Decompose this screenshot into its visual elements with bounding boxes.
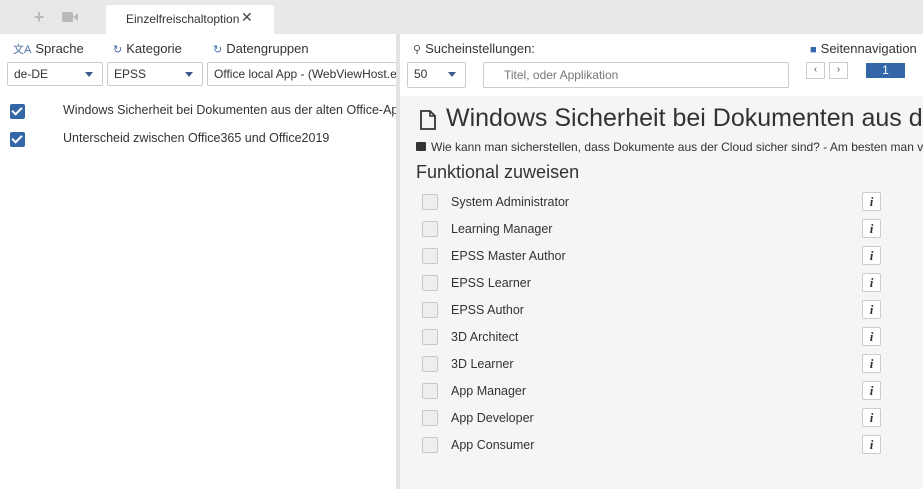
section-heading: Funktional zuweisen	[416, 162, 580, 182]
page-navigation-text: Seitennavigation	[820, 41, 917, 56]
list-item[interactable]: Windows Sicherheit bei Dokumenten aus de…	[0, 98, 396, 126]
role-label: EPSS Author	[451, 303, 524, 317]
translate-icon: 文A	[13, 44, 32, 56]
role-row: 3D Learner i	[400, 354, 923, 381]
role-label: Learning Manager	[451, 222, 553, 236]
role-row: EPSS Author i	[400, 300, 923, 327]
info-button[interactable]: i	[862, 408, 881, 427]
video-camera-icon[interactable]	[62, 9, 78, 25]
chevron-down-icon	[185, 72, 193, 77]
role-checkbox[interactable]	[422, 437, 438, 453]
language-select[interactable]: de-DE	[7, 62, 103, 86]
search-settings-label: ⚲ Sucheinstellungen:	[413, 41, 535, 56]
info-button[interactable]: i	[862, 381, 881, 400]
datagroups-label-text: Datengruppen	[226, 41, 309, 56]
description-value: Wie kann man sicherstellen, dass Dokumen…	[431, 140, 923, 154]
role-label: App Manager	[451, 384, 527, 398]
page-size-value: 50	[414, 67, 428, 81]
datagroups-select-value: Office local App - (WebViewHost.e	[214, 67, 396, 81]
role-checkbox[interactable]	[422, 410, 438, 426]
info-button[interactable]: i	[862, 327, 881, 346]
role-row: Learning Manager i	[400, 219, 923, 246]
refresh-icon: ↻	[113, 44, 123, 56]
page-title: Windows Sicherheit bei Dokumenten aus de…	[446, 104, 923, 132]
role-checkbox[interactable]	[422, 383, 438, 399]
item-list: Windows Sicherheit bei Dokumenten aus de…	[0, 98, 396, 154]
tab-label: Einzelfreischaltoption	[126, 12, 240, 26]
next-page-button[interactable]: ›	[829, 62, 848, 79]
info-button[interactable]: i	[862, 273, 881, 292]
book-icon: ■	[810, 44, 817, 56]
role-label: EPSS Learner	[451, 276, 531, 290]
role-row: App Manager i	[400, 381, 923, 408]
datagroups-select[interactable]: Office local App - (WebViewHost.e	[207, 62, 396, 86]
info-button[interactable]: i	[862, 219, 881, 238]
tab-bar: + Einzelfreischaltoption ✕	[0, 0, 923, 34]
page-navigation-label: ■ Seitennavigation	[810, 41, 917, 56]
info-button[interactable]: i	[862, 246, 881, 265]
role-row: App Consumer i	[400, 435, 923, 462]
role-label: App Developer	[451, 411, 534, 425]
role-checkbox[interactable]	[422, 302, 438, 318]
list-item[interactable]: Unterscheid zwischen Office365 und Offic…	[0, 126, 396, 154]
description-text: Wie kann man sicherstellen, dass Dokumen…	[416, 140, 923, 154]
prev-page-button[interactable]: ‹	[806, 62, 825, 79]
list-item-label: Unterscheid zwischen Office365 und Offic…	[63, 131, 330, 145]
left-pane: 文A Sprache ↻ Kategorie ↻ Datengruppen de-DE…	[0, 34, 396, 489]
current-page-indicator[interactable]: 1	[866, 63, 905, 78]
datagroups-filter-label: ↻ Datengruppen	[213, 41, 309, 56]
search-input[interactable]	[483, 62, 789, 88]
role-checkbox[interactable]	[422, 194, 438, 210]
detail-panel: Windows Sicherheit bei Dokumenten aus de…	[400, 96, 923, 489]
role-row: EPSS Master Author i	[400, 246, 923, 273]
role-list: System Administrator i Learning Manager i …	[400, 192, 923, 462]
role-row: System Administrator i	[400, 192, 923, 219]
close-icon[interactable]: ✕	[241, 9, 253, 26]
info-button[interactable]: i	[862, 354, 881, 373]
page-size-select[interactable]: 50	[407, 62, 466, 88]
language-select-value: de-DE	[14, 67, 49, 81]
info-button[interactable]: i	[862, 435, 881, 454]
document-icon	[420, 110, 436, 135]
language-filter-label: 文A Sprache	[13, 41, 84, 57]
role-checkbox[interactable]	[422, 221, 438, 237]
item-checkbox[interactable]	[10, 132, 25, 147]
category-filter-label: ↻ Kategorie	[113, 41, 182, 56]
plus-icon[interactable]: +	[31, 8, 47, 26]
role-checkbox[interactable]	[422, 275, 438, 291]
search-icon: ⚲	[413, 44, 422, 56]
role-label: App Consumer	[451, 438, 535, 452]
role-checkbox[interactable]	[422, 356, 438, 372]
language-label-text: Sprache	[35, 41, 84, 56]
role-row: 3D Architect i	[400, 327, 923, 354]
role-row: App Developer i	[400, 408, 923, 435]
role-label: EPSS Master Author	[451, 249, 566, 263]
search-settings-text: Sucheinstellungen:	[425, 41, 535, 56]
comment-icon	[416, 142, 426, 151]
category-label-text: Kategorie	[126, 41, 182, 56]
role-label: System Administrator	[451, 195, 570, 209]
category-select[interactable]: EPSS	[107, 62, 203, 86]
category-select-value: EPSS	[114, 67, 147, 81]
tab-einzelfreischaltoption[interactable]: Einzelfreischaltoption ✕	[106, 5, 274, 34]
role-checkbox[interactable]	[422, 248, 438, 264]
chevron-down-icon	[85, 72, 93, 77]
role-label: 3D Architect	[451, 330, 519, 344]
role-label: 3D Learner	[451, 357, 514, 371]
chevron-down-icon	[448, 72, 456, 77]
refresh-icon: ↻	[213, 44, 223, 56]
role-row: EPSS Learner i	[400, 273, 923, 300]
right-header: ⚲ Sucheinstellungen: ■ Seitennavigation 50…	[400, 34, 923, 96]
role-checkbox[interactable]	[422, 329, 438, 345]
info-button[interactable]: i	[862, 192, 881, 211]
list-item-label: Windows Sicherheit bei Dokumenten aus de…	[63, 103, 396, 117]
item-checkbox[interactable]	[10, 104, 25, 119]
right-pane: ⚲ Sucheinstellungen: ■ Seitennavigation 50…	[400, 34, 923, 489]
info-button[interactable]: i	[862, 300, 881, 319]
